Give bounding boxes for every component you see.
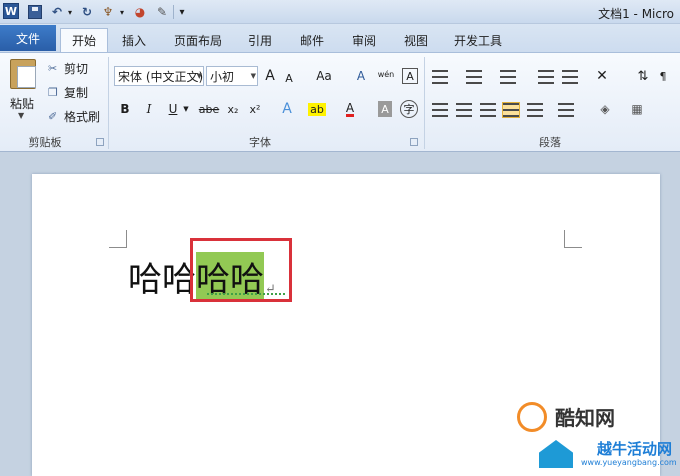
ribbon: 粘贴 ▼ ✂ 剪切 ❐ 复制 ✐ 格式刷 剪贴板 宋体 (中文正文) ▼ 小初 … xyxy=(0,52,680,152)
watermark-brand: 酷知网 xyxy=(555,406,615,430)
bullets-icon[interactable] xyxy=(432,70,448,84)
align-right-icon[interactable] xyxy=(480,103,496,117)
grow-font-button[interactable]: A xyxy=(262,66,278,86)
font-color-sample: A xyxy=(345,100,355,117)
paragraph-group-label: 段落 xyxy=(539,136,561,149)
color-wheel-icon[interactable]: ◕ xyxy=(132,3,148,21)
justify-icon[interactable] xyxy=(502,102,520,118)
undo-dropdown-icon[interactable]: ▾ xyxy=(66,3,74,21)
redo-icon[interactable]: ↻ xyxy=(80,3,94,21)
clear-formatting-button[interactable]: A xyxy=(352,66,370,86)
tab-mailings[interactable]: 邮件 xyxy=(292,28,332,52)
margin-corner-top-left xyxy=(109,230,127,248)
customize-qa-icon[interactable]: ▾ xyxy=(177,3,187,21)
watermark-sub: 越牛活动网 xyxy=(597,440,673,458)
enclose-characters-button[interactable]: 字 xyxy=(400,100,418,118)
shading-icon[interactable]: ◈ xyxy=(596,99,614,119)
font-name-value: 宋体 (中文正文) xyxy=(118,69,204,84)
tab-review[interactable]: 审阅 xyxy=(344,28,384,52)
increase-indent-icon[interactable] xyxy=(562,70,578,84)
font-size-select[interactable]: 小初 ▼ xyxy=(206,66,258,86)
tab-file[interactable]: 文件 xyxy=(0,25,56,51)
font-group-label: 字体 xyxy=(249,136,271,149)
annotation-highlight-box xyxy=(190,238,292,302)
align-left-icon[interactable] xyxy=(432,103,448,117)
paste-icon[interactable] xyxy=(10,59,36,89)
watermark-circle-icon xyxy=(517,402,547,432)
chevron-down-icon: ▼ xyxy=(196,72,202,80)
document-text[interactable]: 哈哈 xyxy=(128,252,196,301)
show-marks-icon[interactable]: ¶ xyxy=(656,66,670,86)
ribbon-tab-row: 文件 开始 插入 页面布局 引用 邮件 审阅 视图 开发工具 xyxy=(0,24,680,52)
margin-corner-top-right xyxy=(564,230,582,248)
paste-button[interactable]: 粘贴 xyxy=(10,95,34,112)
strikethrough-button[interactable]: abe xyxy=(198,99,220,119)
distributed-icon[interactable] xyxy=(527,103,543,117)
highlight-sample: ab xyxy=(308,102,326,116)
format-painter-qa-icon[interactable]: ♆ xyxy=(100,3,116,21)
character-border-button[interactable]: A xyxy=(402,68,418,84)
font-color-button[interactable]: A xyxy=(342,99,358,119)
title-bar: W ↶ ▾ ↻ ♆ ▾ ◕ ✎ ▾ 文档1 - Micro xyxy=(0,0,680,24)
format-painter-button[interactable]: ✐ 格式刷 xyxy=(48,107,100,125)
tab-view[interactable]: 视图 xyxy=(396,28,436,52)
tab-page-layout[interactable]: 页面布局 xyxy=(168,28,228,52)
watermark-logo: 酷知网 越牛活动网 www.yueyangbang.com xyxy=(517,402,677,472)
cut-button[interactable]: ✂ 剪切 xyxy=(48,59,88,77)
change-case-button[interactable]: Aa xyxy=(312,66,336,86)
font-launcher-icon[interactable] xyxy=(410,138,418,146)
tab-developer[interactable]: 开发工具 xyxy=(446,28,510,52)
watermark-house-icon xyxy=(539,440,573,468)
chinese-layout-icon[interactable]: ✕ xyxy=(592,66,612,86)
underline-button[interactable]: U xyxy=(166,99,180,119)
font-size-value: 小初 xyxy=(210,69,235,84)
clipboard-group-label: 剪贴板 xyxy=(28,136,62,149)
tab-insert[interactable]: 插入 xyxy=(114,28,154,52)
chevron-down-icon: ▼ xyxy=(250,72,256,80)
italic-button[interactable]: I xyxy=(142,99,156,119)
group-divider xyxy=(424,57,425,149)
superscript-button[interactable]: x² xyxy=(246,99,264,119)
shrink-font-button[interactable]: A xyxy=(282,68,296,88)
copy-button[interactable]: ❐ 复制 xyxy=(48,83,88,101)
draw-icon[interactable]: ✎ xyxy=(154,3,170,21)
group-divider xyxy=(108,57,109,149)
copy-label: 复制 xyxy=(64,85,89,100)
multilevel-list-icon[interactable] xyxy=(500,70,516,84)
watermark-url: www.yueyangbang.com xyxy=(581,458,677,467)
save-icon[interactable] xyxy=(28,5,42,19)
underline-dropdown-icon[interactable]: ▼ xyxy=(182,99,190,119)
cut-label: 剪切 xyxy=(64,61,89,76)
qa-separator xyxy=(173,5,174,19)
qa-dropdown-icon[interactable]: ▾ xyxy=(118,3,126,21)
undo-icon[interactable]: ↶ xyxy=(50,3,64,21)
borders-icon[interactable]: ▦ xyxy=(628,99,646,119)
line-spacing-icon[interactable] xyxy=(558,103,574,117)
word-logo-icon[interactable]: W xyxy=(3,3,19,19)
scissors-icon: ✂ xyxy=(48,61,58,75)
window-title: 文档1 - Micro xyxy=(598,7,674,21)
format-painter-label: 格式刷 xyxy=(64,109,101,124)
subscript-button[interactable]: x₂ xyxy=(224,99,242,119)
tab-references[interactable]: 引用 xyxy=(240,28,280,52)
paste-dropdown-icon[interactable]: ▼ xyxy=(18,111,24,120)
highlight-button[interactable]: ab xyxy=(306,99,328,119)
sort-icon[interactable]: ⇅ xyxy=(636,66,650,86)
font-name-select[interactable]: 宋体 (中文正文) ▼ xyxy=(114,66,204,86)
tab-home[interactable]: 开始 xyxy=(60,28,108,52)
phonetic-guide-button[interactable]: wén xyxy=(376,64,396,84)
brush-icon: ✐ xyxy=(48,109,58,123)
decrease-indent-icon[interactable] xyxy=(538,70,554,84)
bold-button[interactable]: B xyxy=(118,99,132,119)
numbering-icon[interactable] xyxy=(466,70,482,84)
character-shading-button[interactable]: A xyxy=(378,101,392,117)
align-center-icon[interactable] xyxy=(456,103,472,117)
text-effects-button[interactable]: A xyxy=(278,99,296,119)
clipboard-launcher-icon[interactable] xyxy=(96,138,104,146)
copy-icon: ❐ xyxy=(48,85,58,99)
